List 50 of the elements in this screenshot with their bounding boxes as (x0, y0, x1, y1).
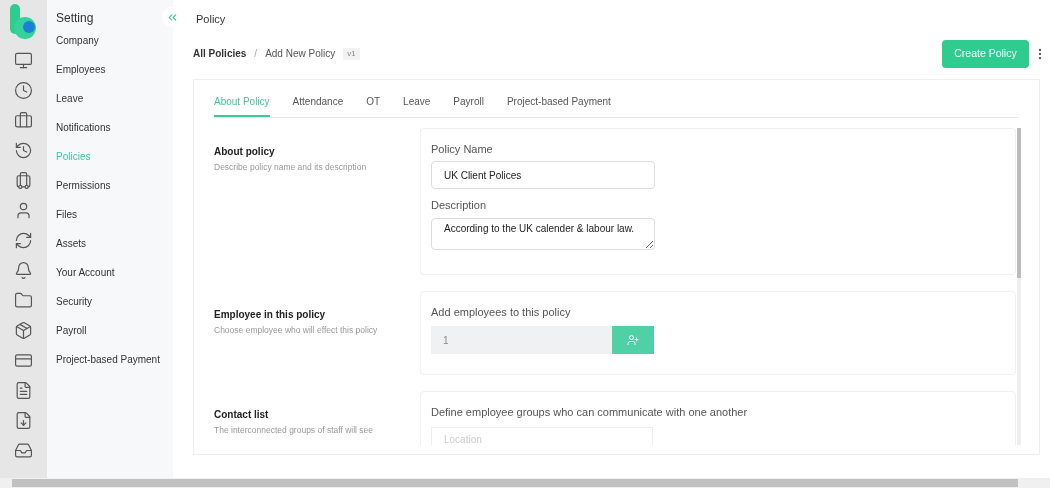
refresh-icon[interactable] (14, 231, 33, 250)
sidebar-item[interactable]: Payroll (56, 323, 173, 338)
section-title: About policy (214, 144, 276, 159)
sidebar-item[interactable]: Employees (56, 62, 173, 77)
breadcrumb-current: Add New Policy (265, 47, 336, 61)
section-description: Choose employee who will effect this policy (214, 323, 379, 337)
field-label: Define employee groups who can communicate with one another (431, 405, 749, 420)
sidebar-item[interactable]: Permissions (56, 178, 173, 193)
version-badge: v1 (343, 47, 360, 60)
sidebar-item[interactable]: Files (56, 207, 173, 222)
monitor-icon[interactable] (14, 51, 33, 70)
sidebar-item[interactable]: Leave (56, 91, 173, 106)
section-description: The interconnected groups of staff will see (214, 424, 375, 437)
section-title: Employee in this policy (214, 307, 327, 322)
policy-tab[interactable]: OT (366, 93, 381, 117)
page-title: Policy (196, 12, 227, 27)
document-icon[interactable] (14, 381, 33, 400)
sidebar-item[interactable]: Your Account (56, 265, 173, 280)
clock-history-icon[interactable] (14, 141, 33, 160)
section-description: Describe policy name and its description (214, 160, 368, 174)
policy-tab[interactable]: Attendance (292, 93, 344, 117)
policy-name-field[interactable]: UK Client Polices (431, 161, 655, 189)
user-icon[interactable] (14, 201, 33, 220)
logo-icon (8, 4, 39, 40)
sidebar-item[interactable]: Project-based Payment (56, 352, 173, 367)
sidebar-item[interactable]: Assets (56, 236, 173, 251)
clock-icon[interactable] (14, 81, 33, 100)
description-field[interactable]: According to the UK calender & labour law. (431, 217, 655, 250)
sidebar-item[interactable]: Company (56, 33, 173, 48)
field-label: Description (431, 198, 488, 213)
bell-icon[interactable] (14, 261, 33, 280)
card-icon[interactable] (14, 351, 33, 370)
briefcase-icon[interactable] (14, 111, 33, 130)
field-label: Policy Name (431, 141, 494, 157)
download-file-icon[interactable] (14, 411, 33, 430)
section-title: Contact list (214, 408, 270, 422)
inbox-icon[interactable] (14, 441, 33, 460)
breadcrumb-link[interactable]: All Policies (193, 46, 247, 61)
policy-tab[interactable]: Project-based Payment (506, 93, 611, 117)
sidebar-item[interactable]: Security (56, 294, 173, 309)
sidebar-title: Setting (56, 10, 94, 27)
policy-tab[interactable]: Payroll (453, 93, 484, 117)
sidebar-item[interactable]: Notifications (56, 120, 173, 135)
user-add-icon (627, 334, 639, 346)
breadcrumb-separator: / (254, 47, 258, 61)
field-label: Add employees to this policy (431, 304, 572, 320)
suitcase-icon[interactable] (14, 171, 33, 190)
folder-icon[interactable] (14, 291, 33, 310)
package-icon[interactable] (14, 321, 33, 340)
policy-tab[interactable]: Leave (403, 93, 431, 117)
